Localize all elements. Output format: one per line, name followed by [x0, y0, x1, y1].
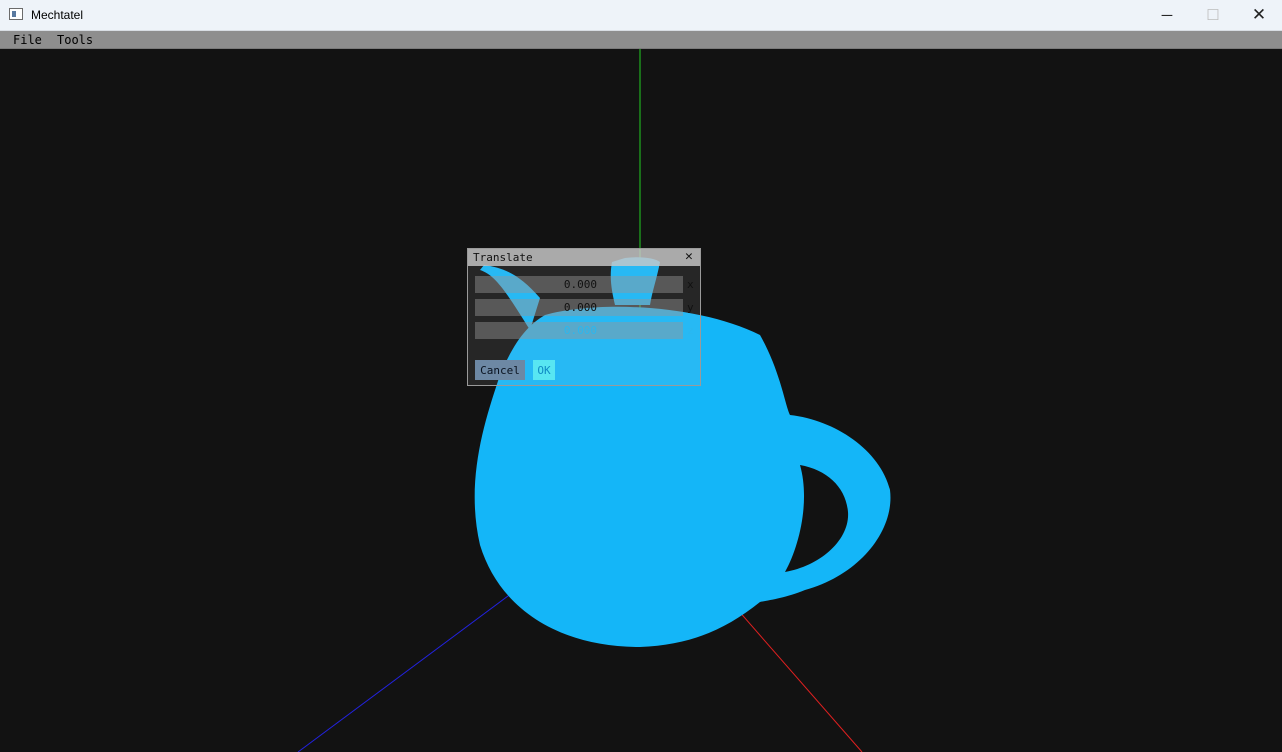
- cancel-button[interactable]: Cancel: [475, 360, 525, 380]
- x-value: 0.000: [563, 278, 597, 291]
- dialog-title: Translate: [473, 251, 533, 264]
- ok-button[interactable]: OK: [533, 360, 555, 380]
- y-value-field[interactable]: 0.000: [475, 299, 683, 316]
- dialog-titlebar[interactable]: Translate ✕: [468, 249, 700, 266]
- minimize-button[interactable]: ─: [1144, 0, 1190, 30]
- z-value: 0.000: [563, 324, 597, 337]
- window-title: Mechtatel: [31, 8, 84, 22]
- menu-bar: File Tools: [0, 31, 1282, 49]
- 3d-viewport[interactable]: [0, 49, 1282, 752]
- menu-tools[interactable]: Tools: [57, 33, 93, 47]
- y-value: 0.000: [563, 301, 597, 314]
- window-titlebar: Mechtatel ─ ☐ ✕: [0, 0, 1282, 31]
- translate-dialog: Translate ✕ 0.000 x 0.000 y 0.000 z Canc…: [467, 248, 701, 386]
- dialog-close-icon[interactable]: ✕: [685, 249, 693, 264]
- close-window-button[interactable]: ✕: [1236, 0, 1282, 30]
- app-icon: [9, 8, 23, 20]
- z-label: z: [687, 324, 694, 337]
- x-value-field[interactable]: 0.000: [475, 276, 683, 293]
- z-value-field[interactable]: 0.000: [475, 322, 683, 339]
- x-label: x: [687, 278, 694, 291]
- menu-file[interactable]: File: [13, 33, 42, 47]
- y-label: y: [687, 301, 694, 314]
- maximize-button[interactable]: ☐: [1190, 0, 1236, 30]
